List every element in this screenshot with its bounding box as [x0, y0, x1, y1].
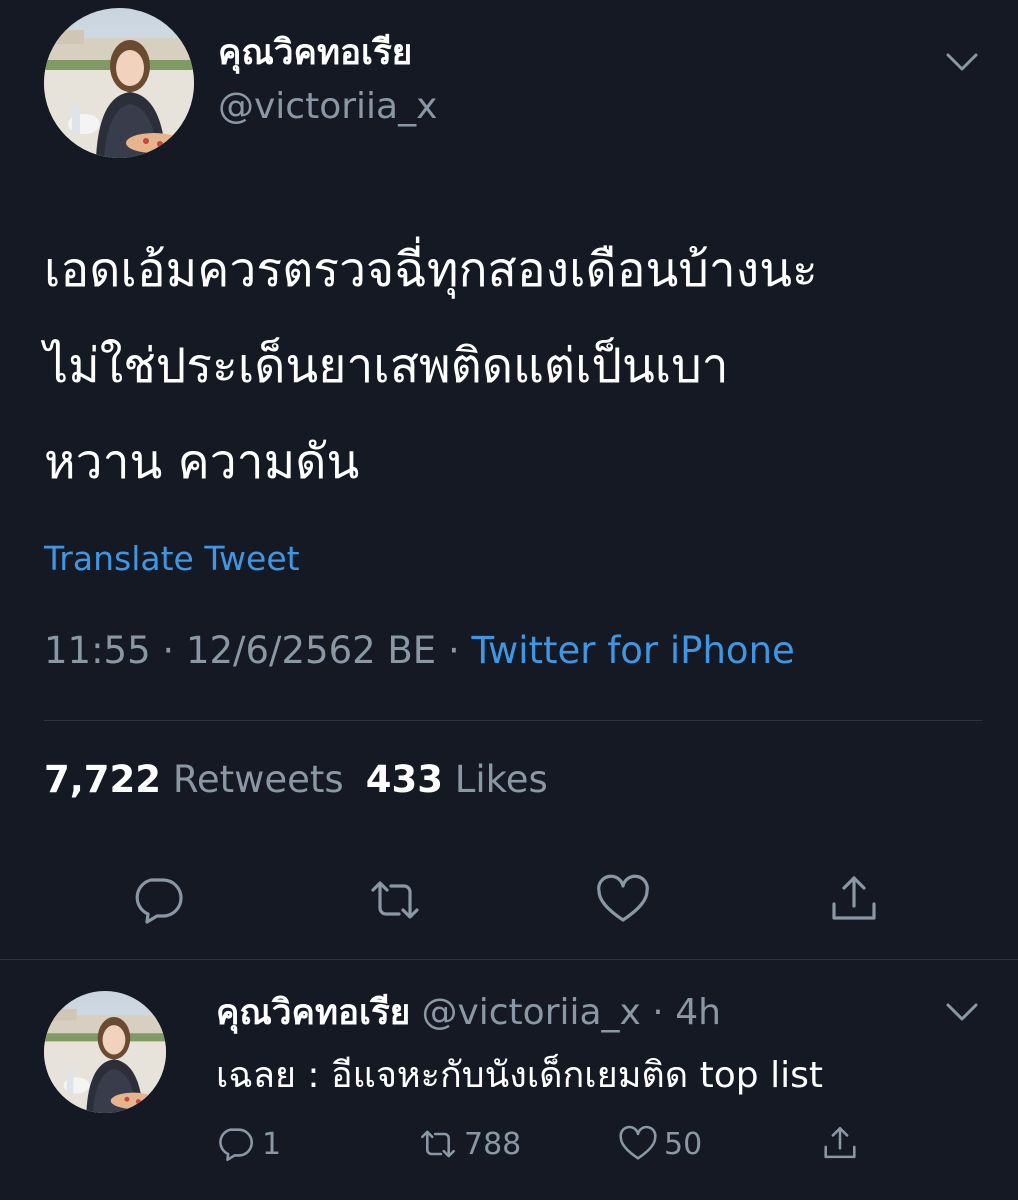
- likes-stat[interactable]: 433 Likes: [366, 758, 548, 801]
- retweets-count: 7,722: [44, 758, 162, 801]
- likes-label: Likes: [454, 758, 548, 801]
- tweet-text-line: หวาน ความดัน: [44, 434, 360, 490]
- translate-tweet-link[interactable]: Translate Tweet: [44, 536, 300, 582]
- tweet-text: เอดเอ้มควรตรวจฉี่ทุกสองเดือนบ้างนะ ไม่ใช…: [44, 222, 994, 510]
- share-icon[interactable]: [826, 872, 882, 928]
- retweets-stat[interactable]: 7,722 Retweets: [44, 758, 344, 801]
- retweet-icon: [421, 1130, 455, 1158]
- retweet-icon[interactable]: [367, 872, 423, 928]
- reply-icon[interactable]: [131, 872, 187, 928]
- retweets-label: Retweets: [172, 758, 344, 801]
- tweet-text-line: เอดเอ้มควรตรวจฉี่ทุกสองเดือนบ้างนะ: [44, 242, 818, 298]
- tweet-meta: 11:55 · 12/6/2562 BE · Twitter for iPhon…: [44, 627, 795, 675]
- chevron-down-icon[interactable]: [940, 40, 984, 84]
- handle-and-time[interactable]: @victoriia_x · 4h: [421, 992, 720, 1033]
- display-name[interactable]: คุณวิคทอเรีย: [216, 993, 410, 1033]
- reply-icon: [219, 1128, 253, 1161]
- share-icon: [824, 1127, 856, 1159]
- user-handle[interactable]: @victoriia_x: [218, 84, 437, 130]
- divider: [0, 959, 1018, 960]
- separator: ·: [447, 629, 460, 672]
- like-count: 50: [664, 1126, 703, 1162]
- separator: ·: [162, 629, 175, 672]
- avatar-photo: [44, 991, 166, 1113]
- like-icon: [619, 1125, 657, 1160]
- likes-count: 433: [365, 758, 443, 801]
- tweet-date: 12/6/2562 BE: [185, 629, 437, 672]
- avatar-photo: [44, 8, 194, 158]
- display-name[interactable]: คุณวิคทอเรีย: [218, 30, 412, 76]
- like-button[interactable]: 50: [618, 1124, 702, 1164]
- like-icon[interactable]: [595, 872, 651, 928]
- reply-header: คุณวิคทอเรีย @victoriia_x · 4h: [216, 990, 721, 1036]
- chevron-down-icon[interactable]: [940, 990, 984, 1034]
- tweet-stats: 7,722 Retweets 433 Likes: [44, 756, 548, 804]
- avatar[interactable]: [44, 8, 194, 158]
- tweet-text-line: ไม่ใช่ประเด็นยาเสพติดแต่เป็นเบา: [44, 338, 729, 394]
- reply-count: 1: [262, 1126, 282, 1162]
- retweet-count: 788: [464, 1126, 522, 1162]
- retweet-button[interactable]: 788: [418, 1124, 521, 1164]
- reply-button[interactable]: 1: [216, 1124, 281, 1164]
- share-button[interactable]: [820, 1124, 860, 1164]
- divider: [44, 720, 982, 721]
- reply-tweet-text: เฉลย : อีแจหะกับนังเด็กเยมติด top list: [216, 1055, 823, 1096]
- tweet-source-link[interactable]: Twitter for iPhone: [471, 629, 794, 672]
- tweet-time: 11:55: [44, 629, 151, 672]
- avatar[interactable]: [44, 991, 166, 1113]
